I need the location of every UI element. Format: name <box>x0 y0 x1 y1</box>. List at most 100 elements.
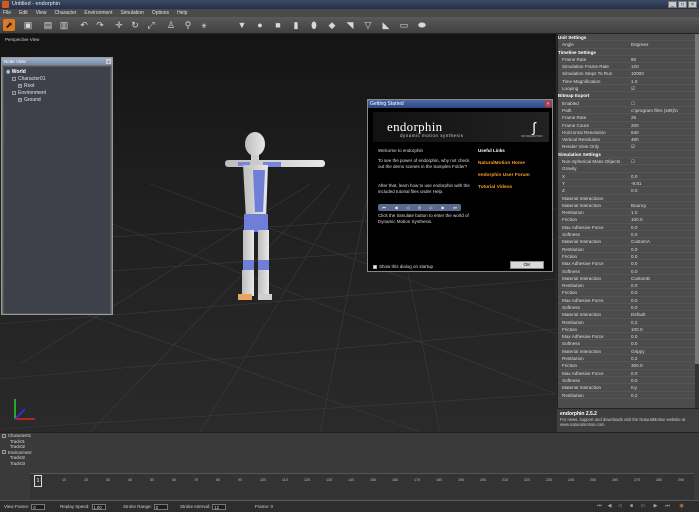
property-value[interactable]: 100.0 <box>628 326 699 332</box>
property-value[interactable]: 0.2 <box>628 319 699 325</box>
tree-item-character01[interactable]: - Character01 <box>6 76 108 83</box>
cone-object-icon[interactable]: ▼ <box>236 19 248 31</box>
property-row[interactable]: Friction 100.0 <box>558 326 699 334</box>
property-row[interactable]: Material Interaction Bouncy <box>558 202 699 210</box>
timeline-ruler[interactable]: 1 10 20 30 40 50 60 70 80 90 100 110 120 130 140 150 160… <box>30 473 694 499</box>
property-value[interactable]: ☐ <box>628 100 699 106</box>
property-row[interactable]: Angle Degrees <box>558 41 699 49</box>
menu-edit[interactable]: Edit <box>19 9 28 17</box>
property-row[interactable]: Material Interaction Grippy <box>558 348 699 356</box>
property-row[interactable]: Max Adhesive Force 0.0 <box>558 260 699 268</box>
redo-icon[interactable]: ↷ <box>94 19 106 31</box>
maximize-button[interactable]: □ <box>678 1 687 8</box>
property-row[interactable]: Restitution 1.0 <box>558 209 699 217</box>
property-row[interactable]: Z 0.0 <box>558 187 699 195</box>
wedge-object-icon[interactable]: ◥ <box>344 19 356 31</box>
property-value[interactable]: 0.0 <box>628 289 699 295</box>
property-value[interactable]: 480 <box>628 136 699 142</box>
property-value[interactable]: 0.0 <box>628 333 699 339</box>
tree-item-world[interactable]: ◉ World <box>6 69 108 76</box>
property-value[interactable]: 200 <box>628 122 699 128</box>
property-value[interactable]: 0.0 <box>628 268 699 274</box>
property-row[interactable]: Max Adhesive Force 0.0 <box>558 297 699 304</box>
property-row[interactable]: Material Interactions <box>558 195 699 202</box>
move-icon[interactable]: ✛ <box>113 19 125 31</box>
simulate-icon[interactable]: ◉ <box>678 503 685 509</box>
tree-item-ground[interactable]: + Ground <box>6 97 108 104</box>
property-value[interactable]: Degrees <box>628 41 699 47</box>
new-scene-icon[interactable]: ▤ <box>42 19 54 31</box>
property-value[interactable]: c:\program files (x86)\n <box>628 107 699 113</box>
property-value[interactable]: Default <box>628 311 699 317</box>
property-value[interactable]: 0.0 <box>628 231 699 237</box>
property-row[interactable]: Time Magnification 1.0 <box>558 78 699 86</box>
stroke-interval-input[interactable]: 12 <box>212 503 227 510</box>
property-row[interactable]: Softness 0.0 <box>558 377 699 385</box>
property-value[interactable]: Grippy <box>628 348 699 354</box>
property-value[interactable]: 0.0 <box>628 260 699 266</box>
stroke-range-input[interactable]: 0 <box>153 503 168 510</box>
save-icon[interactable]: ▣ <box>22 19 34 31</box>
property-row[interactable]: Material Interaction Default <box>558 311 699 319</box>
property-value[interactable]: 0.0 <box>628 370 699 376</box>
timeline-playhead[interactable]: 1 <box>34 475 42 487</box>
play-icon[interactable]: ▷ <box>430 205 433 210</box>
property-value[interactable]: 0.0 <box>628 297 699 303</box>
property-value[interactable]: CustomB <box>628 275 699 281</box>
box-object-icon[interactable]: ■ <box>272 19 284 31</box>
property-row[interactable]: Max Adhesive Force 0.0 <box>558 224 699 232</box>
property-value[interactable]: 0.0 <box>628 282 699 288</box>
property-value[interactable]: 1.0 <box>628 78 699 84</box>
menu-environment[interactable]: Environment <box>84 9 112 17</box>
property-row[interactable]: Frame Count 200 <box>558 122 699 129</box>
property-value[interactable]: ☑ <box>628 85 699 91</box>
property-row[interactable]: Frame Rate 25 <box>558 114 699 122</box>
rotate-icon[interactable]: ↻ <box>129 19 141 31</box>
checkbox-box[interactable] <box>373 264 377 269</box>
property-row[interactable]: Friction 300.0 <box>558 362 699 370</box>
scale-icon[interactable]: ⤢ <box>145 19 157 31</box>
link-tutorial-videos[interactable]: Tutorial Videos <box>478 185 512 190</box>
track-collapse-icon[interactable]: - <box>2 433 6 438</box>
blob-object-icon[interactable]: ◆ <box>326 19 338 31</box>
step-back-icon[interactable]: ◀ <box>394 205 397 210</box>
play-back-icon[interactable]: ◁ <box>616 503 623 509</box>
playback-preview-controls[interactable]: ⏮ ◀ ◁ ◎ ▷ ▶ ⏭ <box>378 204 461 211</box>
property-value[interactable] <box>628 195 699 201</box>
character-icon[interactable]: ♙ <box>165 19 177 31</box>
plane-object-icon[interactable]: ▭ <box>398 19 410 31</box>
step-forward-icon[interactable]: ▶ <box>441 205 444 210</box>
property-value[interactable]: 0.0 <box>628 304 699 310</box>
property-row[interactable]: Looping ☑ <box>558 85 699 93</box>
property-value[interactable]: 100.0 <box>628 216 699 222</box>
property-value[interactable]: 0.0 <box>628 173 699 179</box>
tree-expand-icon[interactable]: + <box>18 83 22 88</box>
property-row[interactable]: Softness 0.0 <box>558 340 699 348</box>
property-row[interactable]: Friction 0.0 <box>558 253 699 261</box>
menu-character[interactable]: Character <box>54 9 76 17</box>
property-value[interactable]: 0.0 <box>628 187 699 193</box>
property-row[interactable]: Vertical Resolution 480 <box>558 136 699 144</box>
cylinder-object-icon[interactable]: ▮ <box>290 19 302 31</box>
tree-collapse-icon[interactable]: - <box>12 90 16 95</box>
property-value[interactable]: 0.0 <box>628 340 699 346</box>
joint-icon[interactable]: ⚲ <box>182 19 194 31</box>
property-row[interactable]: Restitution 0.2 <box>558 392 699 399</box>
property-row[interactable]: Restitution 0.0 <box>558 246 699 253</box>
link-user-forum[interactable]: endorphin User Forum <box>478 173 530 178</box>
property-row[interactable]: Restitution 0.2 <box>558 319 699 326</box>
menu-view[interactable]: View <box>36 9 47 17</box>
tree-item-root[interactable]: + Root <box>6 83 108 90</box>
property-section-header[interactable]: Timeline Settings <box>558 49 699 56</box>
menu-file[interactable]: File <box>3 9 11 17</box>
property-value[interactable]: 0.2 <box>628 392 699 398</box>
property-row[interactable]: Material Interaction Icy <box>558 384 699 392</box>
close-button[interactable]: × <box>688 1 697 8</box>
property-row[interactable]: Path c:\program files (x86)\n <box>558 107 699 115</box>
tree-item-environment[interactable]: - Environment <box>6 90 108 97</box>
step-forward-icon[interactable]: ▶ <box>652 503 659 509</box>
open-icon[interactable]: ▥ <box>58 19 70 31</box>
property-value[interactable]: 0.0 <box>628 253 699 259</box>
property-row[interactable]: Softness 0.0 <box>558 268 699 275</box>
sphere-object-icon[interactable]: ● <box>254 19 266 31</box>
